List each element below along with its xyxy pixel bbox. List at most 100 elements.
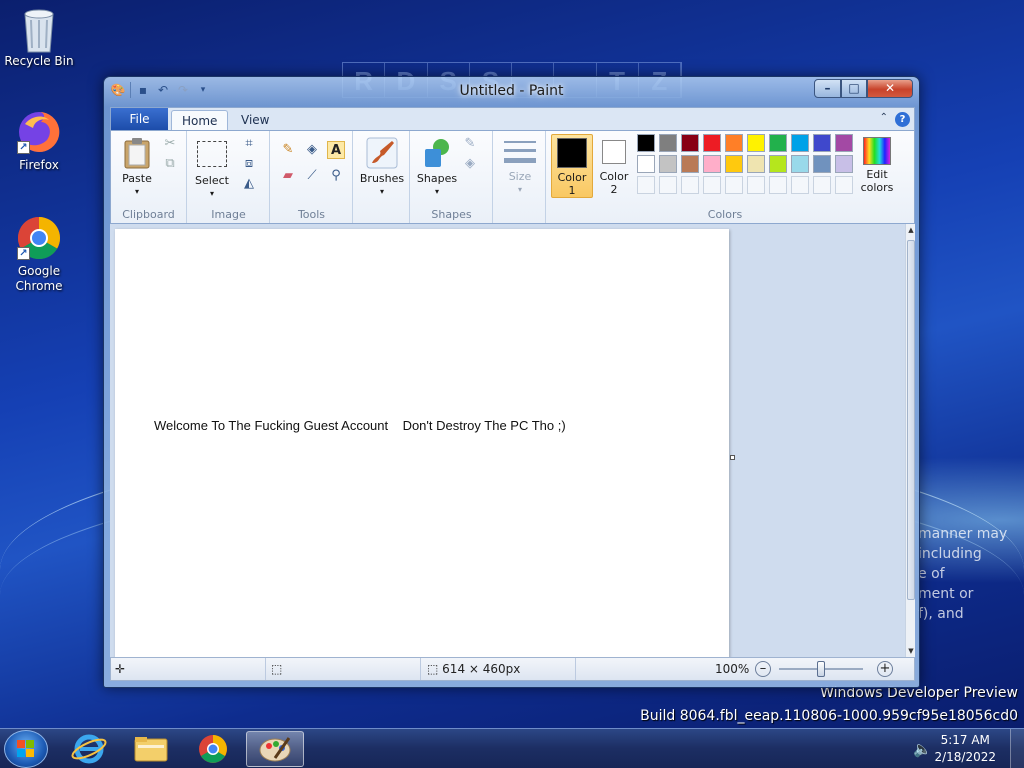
crop-icon[interactable]: ⌗ (240, 135, 258, 153)
tab-view[interactable]: View (231, 110, 279, 132)
color-swatch[interactable] (659, 134, 677, 152)
magnifier-icon[interactable]: ⚲ (327, 167, 345, 185)
clock-time: 5:17 AM (940, 733, 990, 747)
empty-color-swatch[interactable] (835, 176, 853, 194)
resize-handle-right[interactable] (730, 455, 735, 460)
copy-icon[interactable]: ⧉ (161, 155, 179, 173)
outline-icon[interactable]: ✎ (461, 135, 479, 153)
ribbon-home: Paste ▾ ✂ ⧉ Clipboard Select ▾ ⌗ ⧈ ◭ Ima… (110, 130, 915, 224)
paste-label: Paste (122, 172, 152, 185)
minimize-ribbon-icon[interactable]: ⌃ (880, 112, 888, 123)
empty-color-swatch[interactable] (791, 176, 809, 194)
color-swatch[interactable] (813, 134, 831, 152)
taskbar-chrome[interactable] (184, 731, 242, 767)
status-image-size: ⬚ 614 × 460px (421, 658, 576, 680)
clock-date: 2/18/2022 (934, 750, 996, 764)
group-label: Shapes (431, 208, 472, 221)
text-tool-icon[interactable]: A (327, 141, 345, 159)
brushes-button[interactable]: Brushes ▾ (358, 137, 406, 198)
color-swatch[interactable] (637, 134, 655, 152)
eraser-icon[interactable]: ▰ (279, 167, 297, 185)
scroll-down-icon[interactable]: ▼ (906, 647, 916, 655)
group-shapes: Shapes ▾ ✎ ◈ Shapes (411, 131, 493, 223)
color-swatch[interactable] (637, 155, 655, 173)
taskbar-paint[interactable] (246, 731, 304, 767)
color1-button[interactable]: Color 1 (551, 134, 593, 198)
shape-fill-icon[interactable]: ◈ (461, 155, 479, 173)
empty-color-swatch[interactable] (637, 176, 655, 194)
empty-color-swatch[interactable] (659, 176, 677, 194)
color-swatch[interactable] (769, 155, 787, 173)
color-swatch[interactable] (835, 134, 853, 152)
taskbar-internet-explorer[interactable] (60, 731, 118, 767)
color2-button[interactable]: Color 2 (595, 137, 633, 196)
close-button[interactable]: ✕ (867, 79, 913, 98)
color-swatch[interactable] (747, 134, 765, 152)
cut-icon[interactable]: ✂ (161, 135, 179, 153)
maximize-button[interactable]: □ (841, 79, 867, 98)
start-button[interactable] (4, 730, 48, 768)
shapes-label: Shapes (416, 172, 458, 185)
color-swatch[interactable] (681, 134, 699, 152)
edit-colors-button[interactable]: Edit colors (857, 137, 897, 194)
color-swatch[interactable] (659, 155, 677, 173)
vertical-scrollbar[interactable]: ▲ ▼ (905, 224, 915, 657)
shapes-button[interactable]: Shapes ▾ (415, 137, 459, 198)
empty-color-swatch[interactable] (725, 176, 743, 194)
zoom-slider-thumb[interactable] (817, 661, 825, 677)
color-swatch[interactable] (769, 134, 787, 152)
scrollbar-thumb[interactable] (907, 240, 915, 600)
help-icon[interactable]: ? (895, 112, 910, 127)
color-swatch[interactable] (703, 134, 721, 152)
volume-icon[interactable]: 🔈 (913, 740, 932, 758)
color-swatch[interactable] (813, 155, 831, 173)
tab-home[interactable]: Home (171, 110, 229, 132)
group-tools: ✎ ◈ A ▰ ⟋ ⚲ Tools (271, 131, 353, 223)
group-brushes: Brushes ▾ (354, 131, 410, 223)
minimize-button[interactable]: – (814, 79, 841, 98)
zoom-out-button[interactable]: – (755, 661, 771, 677)
color-swatch[interactable] (725, 155, 743, 173)
status-bar: ✛ ⬚ ⬚ 614 × 460px 100% – + (110, 657, 915, 681)
plus-icon: + (879, 661, 891, 676)
color-picker-icon[interactable]: ⟋ (303, 167, 321, 185)
group-label: Tools (297, 208, 326, 221)
empty-color-swatch[interactable] (681, 176, 699, 194)
empty-color-swatch[interactable] (703, 176, 721, 194)
color-swatch[interactable] (791, 155, 809, 173)
canvas-area[interactable]: Welcome To The Fucking Guest Account Don… (110, 224, 905, 657)
scroll-up-icon[interactable]: ▲ (906, 226, 916, 234)
empty-color-swatch[interactable] (813, 176, 831, 194)
title-bar[interactable]: 🎨 ▪ ↶ ↷ ▾ Untitled - Paint – □ ✕ (104, 77, 919, 107)
window-controls: – □ ✕ (814, 79, 913, 98)
paste-button[interactable]: Paste ▾ (117, 137, 157, 198)
resize-icon[interactable]: ⧈ (240, 155, 258, 173)
color-swatch[interactable] (725, 134, 743, 152)
group-image: Select ▾ ⌗ ⧈ ◭ Image (188, 131, 270, 223)
empty-color-swatch[interactable] (747, 176, 765, 194)
drawing-canvas[interactable]: Welcome To The Fucking Guest Account Don… (115, 229, 729, 657)
desktop-icon-firefox[interactable]: ↗ Firefox (1, 110, 77, 173)
color-swatch[interactable] (835, 155, 853, 173)
select-button[interactable]: Select ▾ (192, 137, 232, 200)
file-tab[interactable]: File (111, 108, 168, 131)
taskbar-file-explorer[interactable] (122, 731, 180, 767)
size-button[interactable]: Size ▾ (500, 137, 540, 196)
empty-color-swatch[interactable] (769, 176, 787, 194)
pencil-icon[interactable]: ✎ (279, 141, 297, 159)
color-swatch[interactable] (747, 155, 765, 173)
group-label: Clipboard (122, 208, 175, 221)
status-cursor-position: ✛ (111, 658, 266, 680)
background-text-line: e of (918, 566, 945, 582)
color-swatch[interactable] (703, 155, 721, 173)
desktop-icon-recycle-bin[interactable]: Recycle Bin (1, 6, 77, 69)
fill-icon[interactable]: ◈ (303, 141, 321, 159)
rotate-icon[interactable]: ◭ (240, 175, 258, 193)
color-swatch[interactable] (681, 155, 699, 173)
show-desktop-button[interactable] (1010, 729, 1024, 768)
zoom-in-button[interactable]: + (877, 661, 893, 677)
dropdown-arrow-icon: ▾ (434, 187, 439, 196)
desktop-icon-chrome[interactable]: ↗ Google Chrome (1, 216, 77, 294)
system-clock[interactable]: 5:17 AM 2/18/2022 (934, 732, 996, 766)
color-swatch[interactable] (791, 134, 809, 152)
